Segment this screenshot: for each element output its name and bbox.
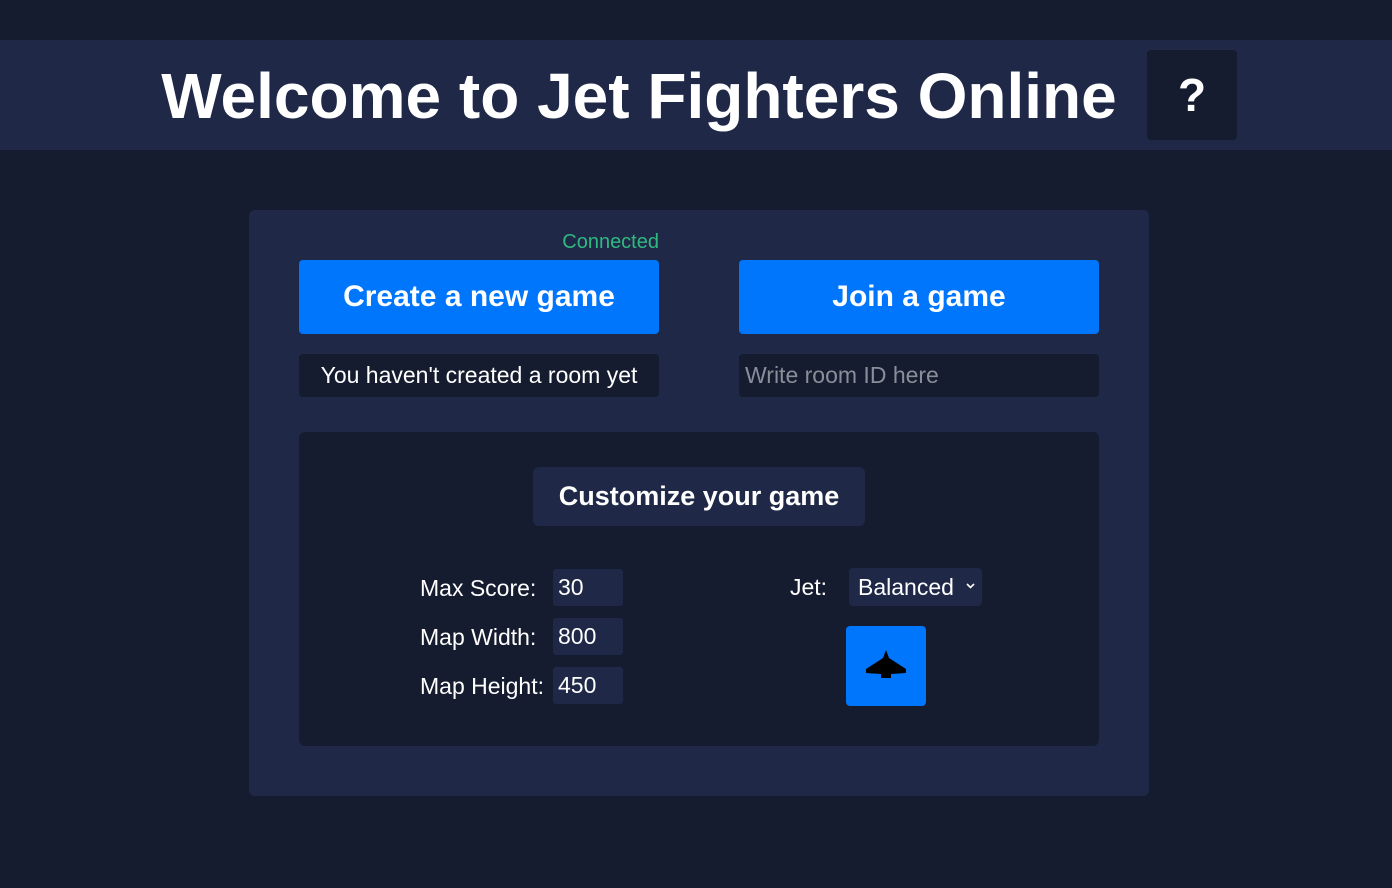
jet-select-value: Balanced bbox=[858, 573, 954, 600]
map-height-input[interactable] bbox=[553, 667, 623, 704]
jet-icon bbox=[866, 650, 906, 678]
map-width-input[interactable] bbox=[553, 618, 623, 655]
customize-title: Customize your game bbox=[533, 467, 865, 526]
help-button[interactable]: ? bbox=[1147, 50, 1237, 140]
map-width-label: Map Width: bbox=[420, 624, 537, 650]
max-score-label: Max Score: bbox=[420, 575, 537, 601]
jet-label: Jet: bbox=[790, 574, 828, 600]
room-id-input[interactable] bbox=[739, 354, 1099, 397]
connection-status: Connected bbox=[562, 231, 659, 253]
room-status-display: You haven't created a room yet bbox=[299, 354, 659, 397]
jet-select[interactable]: Balanced bbox=[849, 568, 982, 606]
join-game-button[interactable]: Join a game bbox=[739, 260, 1099, 334]
page-title: Welcome to Jet Fighters Online bbox=[161, 60, 1117, 132]
max-score-input[interactable] bbox=[553, 569, 623, 606]
jet-preview-button[interactable] bbox=[846, 626, 926, 706]
chevron-down-icon bbox=[966, 583, 975, 589]
map-height-label: Map Height: bbox=[420, 673, 545, 699]
create-game-button[interactable]: Create a new game bbox=[299, 260, 659, 334]
